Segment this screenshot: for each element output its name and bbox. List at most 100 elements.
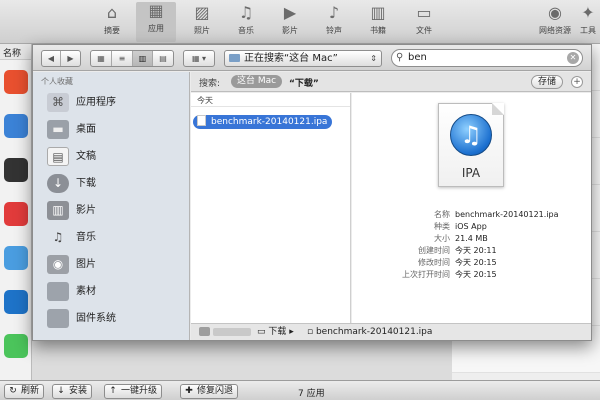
folder-icon <box>229 54 240 62</box>
folder-icon <box>47 309 69 328</box>
bell-icon: ♪ <box>328 3 340 22</box>
install-icon: ↓ <box>57 386 65 396</box>
toolbar-item-apps[interactable]: ▦ 应用 <box>136 2 176 42</box>
add-criteria-button[interactable]: + <box>571 76 583 88</box>
search-results-list: 今天 benchmark-20140121.ipa <box>191 93 351 323</box>
sidebar-item-movies[interactable]: ▥ 影片 <box>33 197 189 224</box>
bottom-bar: ↻ 刷新 ↓ 安装 ↑ 一键升级 ✚ 修复闪退 7 应用 <box>0 380 600 400</box>
path-bar: ▭ 下载 ▸ ▫ benchmark-20140121.ipa <box>191 323 591 340</box>
back-button[interactable]: ◀ <box>42 51 61 66</box>
meta-row: 创建时间 今天 20:11 <box>418 246 497 255</box>
applications-icon: ⌘ <box>47 93 69 112</box>
path-segment-file[interactable]: ▫ benchmark-20140121.ipa <box>307 324 432 340</box>
toolbar-item-music[interactable]: ♫ 音乐 <box>226 4 266 36</box>
app-icon[interactable] <box>4 158 28 182</box>
dialog-toolbar: ◀ ▶ ▦ ≡ ▥ ▤ ▦ ▾ 正在搜索“这台 Mac” ⇕ ⚲ ben ✕ <box>33 45 591 71</box>
sidebar-item-desktop[interactable]: ▬ 桌面 <box>33 116 189 143</box>
save-search-button[interactable]: 存储 <box>531 75 564 89</box>
app-icon[interactable] <box>4 202 28 226</box>
toolbar-item-summary[interactable]: ⌂ 摘要 <box>92 4 132 36</box>
home-icon: ⌂ <box>106 3 118 22</box>
meta-row: 种类 iOS App <box>434 222 487 231</box>
globe-icon: ◉ <box>548 3 562 22</box>
meta-row: 上次打开时间 今天 20:15 <box>402 270 497 279</box>
search-icon: ⚲ <box>396 52 404 63</box>
back-forward-control: ◀ ▶ <box>41 50 81 67</box>
app-count-status: 7 应用 <box>298 389 325 399</box>
refresh-icon: ↻ <box>9 386 17 396</box>
folder-icon <box>47 282 69 301</box>
upgrade-icon: ↑ <box>109 386 117 396</box>
video-icon: ▶ <box>283 3 297 22</box>
updown-arrows-icon: ⇕ <box>370 54 377 63</box>
arrange-button[interactable]: ▦ ▾ <box>183 50 215 67</box>
sidebar-item-firmware[interactable]: 固件系统 <box>33 305 189 332</box>
results-group-header: 今天 <box>191 93 350 107</box>
blurred-user-segment <box>213 328 251 336</box>
favorites-sidebar: 个人收藏 ⌘ 应用程序 ▬ 桌面 ▤ 文稿 ↓ 下载 ▥ 影片 ♫ 音乐 ◉ 图片 素材 固件… <box>33 72 190 340</box>
sidebar-item-downloads[interactable]: ↓ 下载 <box>33 170 189 197</box>
page-fold <box>492 103 504 115</box>
toolbar-item-photos[interactable]: ▨ 照片 <box>182 4 222 36</box>
repair-icon: ✚ <box>185 386 193 396</box>
column-header-name[interactable]: 名称 <box>0 44 31 60</box>
file-icon <box>197 115 206 126</box>
toolbar-item-tools[interactable]: ✦ 工具 <box>576 4 600 36</box>
toolbar-item-network[interactable]: ◉ 网络资源 <box>532 4 578 36</box>
app-icon[interactable] <box>4 246 28 270</box>
app-icon[interactable] <box>4 70 28 94</box>
result-item-selected[interactable]: benchmark-20140121.ipa <box>193 115 333 129</box>
column-view-icon[interactable]: ▥ <box>133 51 153 66</box>
forward-button[interactable]: ▶ <box>61 51 80 66</box>
toolbar-item-ringtones[interactable]: ♪ 铃声 <box>314 4 354 36</box>
ipa-document-icon: ♫ IPA <box>438 103 504 187</box>
itunes-note-icon: ♫ <box>450 114 492 156</box>
repair-button[interactable]: ✚ 修复闪退 <box>180 384 239 399</box>
file-metadata: 名称 benchmark-20140121.ipa 种类 iOS App 大小 21.… <box>352 209 591 281</box>
scope-this-mac-button[interactable]: 这台 Mac <box>231 75 283 88</box>
sidebar-item-documents[interactable]: ▤ 文稿 <box>33 143 189 170</box>
clear-search-icon[interactable]: ✕ <box>567 52 579 64</box>
scope-downloads-button[interactable]: “下载” <box>289 76 319 89</box>
music-icon: ♫ <box>238 3 254 22</box>
hard-drive-icon <box>199 327 210 336</box>
music-icon: ♫ <box>52 230 64 244</box>
camera-icon: ◉ <box>47 255 69 274</box>
list-view-icon[interactable]: ≡ <box>112 51 133 66</box>
path-segment-downloads[interactable]: ▭ 下载 ▸ <box>257 324 294 340</box>
app-icon[interactable] <box>4 334 28 358</box>
toolbar-item-files[interactable]: ▭ 文件 <box>404 4 444 36</box>
app-icon[interactable] <box>4 290 28 314</box>
desktop-icon: ▬ <box>47 120 69 139</box>
coverflow-view-icon[interactable]: ▤ <box>153 51 173 66</box>
app-icon[interactable] <box>4 114 28 138</box>
toolbar-item-books[interactable]: ▥ 书籍 <box>358 4 398 36</box>
search-field[interactable]: ⚲ ben ✕ <box>391 49 583 67</box>
icon-view-icon[interactable]: ▦ <box>91 51 112 66</box>
arrange-icon: ▦ ▾ <box>191 54 207 63</box>
app-list: 名称 <box>0 44 32 380</box>
photo-icon: ▨ <box>194 3 210 22</box>
sidebar-item-pictures[interactable]: ◉ 图片 <box>33 251 189 278</box>
upgrade-button[interactable]: ↑ 一键升级 <box>104 384 163 399</box>
sidebar-heading: 个人收藏 <box>41 77 73 86</box>
sidebar-item-music[interactable]: ♫ 音乐 <box>33 224 189 251</box>
file-preview-pane: ♫ IPA 名称 benchmark-20140121.ipa 种类 iOS App… <box>352 93 591 323</box>
app-toolbar: ⌂ 摘要 ▦ 应用 ▨ 照片 ♫ 音乐 ▶ 影片 ♪ 铃声 ▥ 书籍 ▭ 文件 ◉ 网络资源 ✦ 工… <box>0 0 600 44</box>
refresh-button[interactable]: ↻ 刷新 <box>4 384 45 399</box>
meta-row: 修改时间 今天 20:15 <box>418 258 497 267</box>
install-button[interactable]: ↓ 安装 <box>52 384 93 399</box>
file-type-badge: IPA <box>461 166 481 180</box>
search-scope-label: 搜索: <box>199 79 221 89</box>
meta-row: 名称 benchmark-20140121.ipa <box>434 210 559 219</box>
toolbar-item-video[interactable]: ▶ 影片 <box>270 4 310 36</box>
sidebar-item-applications[interactable]: ⌘ 应用程序 <box>33 89 189 116</box>
view-mode-control: ▦ ≡ ▥ ▤ <box>90 50 174 67</box>
documents-icon: ▤ <box>47 147 69 166</box>
film-icon: ▥ <box>47 201 69 220</box>
search-input-value[interactable]: ben <box>408 52 427 63</box>
location-popup[interactable]: 正在搜索“这台 Mac” ⇕ <box>224 50 382 67</box>
tools-icon: ✦ <box>581 3 595 22</box>
sidebar-item-materials[interactable]: 素材 <box>33 278 189 305</box>
apps-icon: ▦ <box>148 1 164 20</box>
